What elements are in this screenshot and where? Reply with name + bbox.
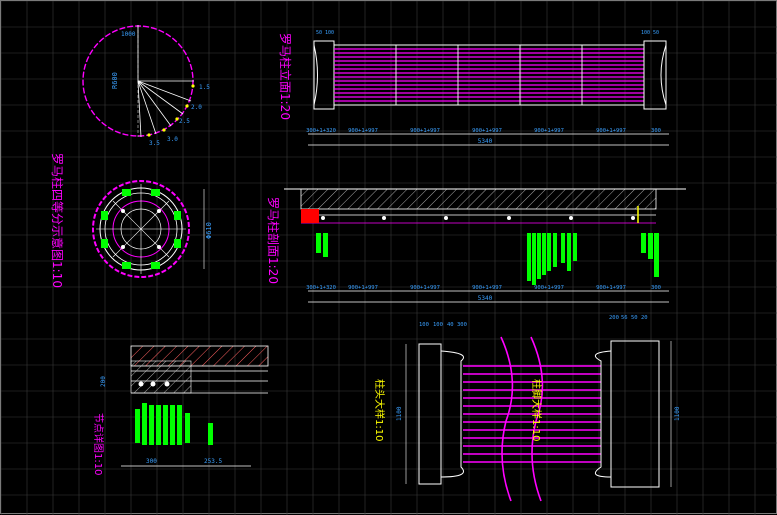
title-capital-detail: 柱头大样1:10 <box>373 379 386 441</box>
seg-bottom-label: 900+1+997 <box>348 285 378 291</box>
plan-diagram: Φ610 <box>92 180 213 278</box>
seg-top-label: 300+1+320 <box>306 128 336 134</box>
seg-bottom-label: 300+1+320 <box>306 285 336 291</box>
node-dim-3: 200 <box>100 376 107 387</box>
detail-dim-g: 50 <box>631 315 638 321</box>
seg-top-label: 900+1+997 <box>534 128 564 134</box>
node-dim-2: 253.5 <box>204 458 222 465</box>
svg-text:100 50: 100 50 <box>641 30 659 36</box>
title-elevation: 罗马柱立面1:20 <box>278 33 293 120</box>
total-length-bottom: 5340 <box>478 295 493 302</box>
svg-text:2.0: 2.0 <box>191 104 202 111</box>
seg-top-label: 900+1+997 <box>472 128 502 134</box>
seg-bottom-label: 900+1+997 <box>472 285 502 291</box>
detail-dim-h: 20 <box>641 315 648 321</box>
cad-canvas[interactable]: 1000 R600 1.52.0 2.53.0 3.5 Φ610 罗马柱四等分示… <box>1 1 777 515</box>
seg-top-label: 300 <box>651 128 661 134</box>
detail-dim-a: 100 <box>419 322 429 328</box>
svg-text:50 100: 50 100 <box>316 30 334 36</box>
svg-text:1.5: 1.5 <box>199 84 210 91</box>
circle-diagram: 1000 R600 1.5 2.0 2.5 3.0 3.5 <box>82 25 210 147</box>
title-node: 节点详图1:10 <box>92 413 105 475</box>
seg-bottom-label: 900+1+997 <box>410 285 440 291</box>
column-section: 300+1+320 900+1+997 900+1+997 900+1+997 900+… <box>284 188 686 303</box>
svg-text:3.5: 3.5 <box>149 140 160 147</box>
title-base-detail: 柱脚大样1:10 <box>530 379 543 441</box>
plan-diameter-label: Φ610 <box>205 222 213 239</box>
cad-drawing-frame: 1000 R600 1.5 2.0 2.5 3.0 3.5 Φ610 罗马柱四等… <box>0 0 777 515</box>
node-detail: 300 253.5 200 <box>100 345 269 467</box>
column-elevation: 50 100 100 50 <box>313 30 667 110</box>
svg-text:3.0: 3.0 <box>167 136 178 143</box>
svg-text:2.5: 2.5 <box>179 118 190 125</box>
node-dim-1: 300 <box>146 458 157 465</box>
total-length-top: 5340 <box>478 138 493 145</box>
detail-dim-f: 56 <box>621 315 628 321</box>
circle-radius-label: R600 <box>111 72 119 89</box>
detail-dim-e: 200 <box>609 315 619 321</box>
seg-top-label: 900+1+997 <box>348 128 378 134</box>
detail-height-left: 1100 <box>396 406 403 421</box>
seg-top-label: 900+1+997 <box>596 128 626 134</box>
svg-text:1000: 1000 <box>121 31 136 38</box>
detail-height-right: 1100 <box>674 406 681 421</box>
seg-bottom-label: 900+1+997 <box>534 285 564 291</box>
title-section: 罗马柱剖面1:20 <box>266 197 281 284</box>
seg-top-label: 900+1+997 <box>410 128 440 134</box>
detail-dim-b: 100 <box>433 322 443 328</box>
seg-bottom-label: 300 <box>651 285 661 291</box>
title-plan: 罗马柱四等分示意图1:10 <box>50 153 65 288</box>
detail-dim-c: 40 <box>447 322 454 328</box>
elevation-dimension-line: 300+1+320 900+1+997 900+1+997 900+1+997 900+… <box>306 128 669 146</box>
detail-dim-d: 300 <box>457 322 467 328</box>
seg-bottom-label: 900+1+997 <box>596 285 626 291</box>
